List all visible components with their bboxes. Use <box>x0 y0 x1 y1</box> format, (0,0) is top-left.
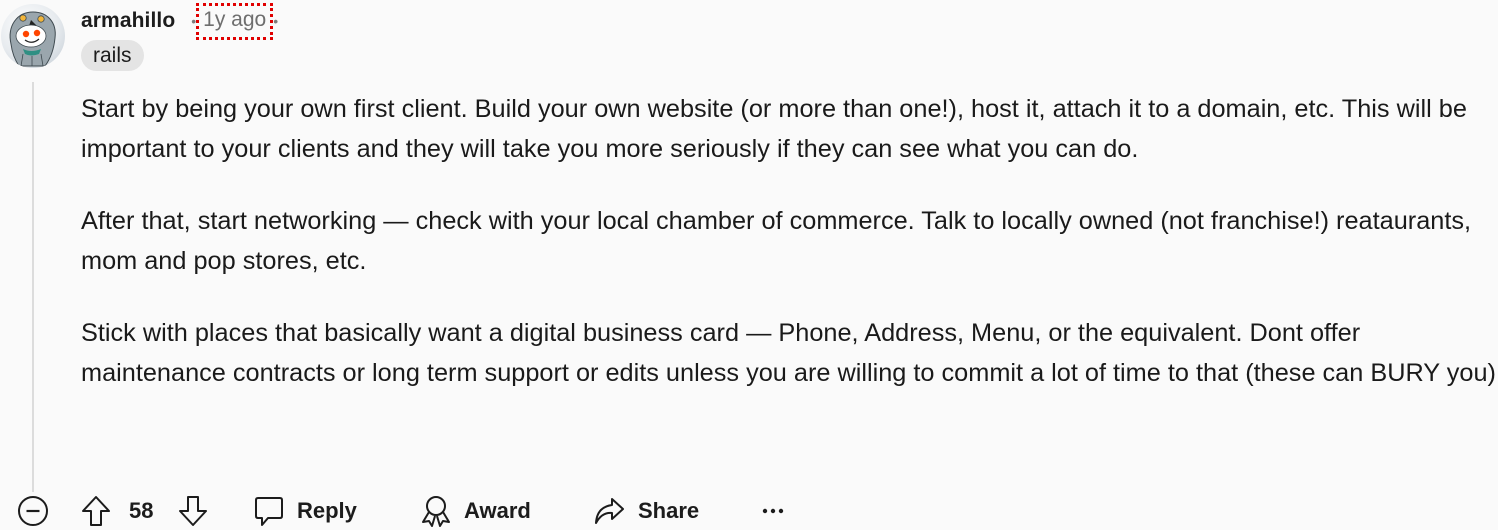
award-button[interactable]: Award <box>420 492 531 530</box>
upvote-button[interactable] <box>80 492 112 530</box>
avatar[interactable] <box>1 4 65 68</box>
user-flair: rails <box>81 40 144 71</box>
comment-body: Start by being your own first client. Bu… <box>81 89 1498 425</box>
arrow-down-icon <box>179 496 207 526</box>
award-ribbon-icon <box>422 496 450 527</box>
reply-label: Reply <box>297 498 357 523</box>
vote-score: 58 <box>129 498 154 523</box>
comment-header: armahillo • 1y ago • <box>81 2 281 40</box>
timestamp[interactable]: 1y ago <box>196 2 274 40</box>
share-arrow-icon <box>595 498 624 524</box>
ellipsis-icon <box>762 508 784 514</box>
share-label: Share <box>638 498 700 523</box>
separator-dot: • <box>191 13 197 29</box>
thread-line[interactable] <box>32 82 34 492</box>
share-button[interactable]: Share <box>592 492 699 530</box>
downvote-button[interactable] <box>177 492 209 530</box>
comment-paragraph: After that, start networking — check wit… <box>81 207 1472 275</box>
minus-circle-icon <box>18 496 48 526</box>
separator-dot: • <box>273 13 279 29</box>
collapse-button[interactable] <box>17 492 49 530</box>
comment: armahillo • 1y ago • rails Start by bein… <box>0 0 1498 530</box>
speech-bubble-icon <box>255 497 283 526</box>
comment-action-bar: 58 Reply Award Share <box>0 492 1498 530</box>
reply-button[interactable]: Reply <box>253 492 357 530</box>
comment-paragraph: Start by being your own first client. Bu… <box>81 95 1467 163</box>
more-options-button[interactable] <box>761 492 785 530</box>
author-name[interactable]: armahillo <box>81 9 175 33</box>
comment-paragraph: Stick with places that basically want a … <box>81 319 1496 387</box>
arrow-up-icon <box>82 496 110 526</box>
snoo-avatar-icon <box>6 5 56 67</box>
award-label: Award <box>464 498 531 523</box>
